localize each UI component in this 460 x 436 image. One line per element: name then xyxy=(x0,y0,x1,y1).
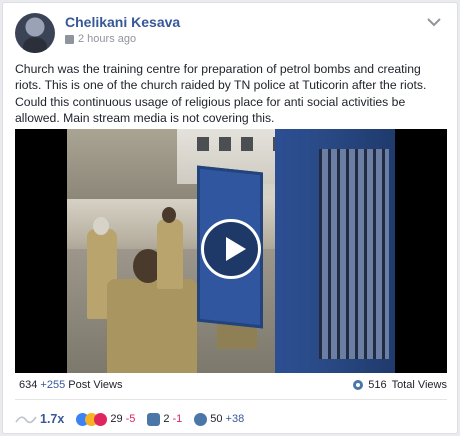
video-player[interactable] xyxy=(15,129,447,373)
reactions-delta: -5 xyxy=(125,413,136,425)
shares-count: 50 xyxy=(210,413,223,425)
post-meta: 2 hours ago xyxy=(65,33,136,45)
comments-count: 2 xyxy=(163,413,170,425)
post-time[interactable]: 2 hours ago xyxy=(78,33,136,45)
total-views: 516 Total Views xyxy=(353,379,447,391)
post-views: 634 +255 Post Views xyxy=(19,379,123,391)
comment-icon xyxy=(147,412,161,426)
views-ring-icon xyxy=(353,380,364,390)
performance-ratio[interactable]: 1.7x xyxy=(15,412,64,426)
ratio-value: 1.7x xyxy=(40,412,65,426)
total-views-label: Total Views xyxy=(391,379,447,391)
reactions-count: 29 xyxy=(110,413,123,425)
views-bar: 634 +255 Post Views 516 Total Views xyxy=(15,379,447,395)
share-icon xyxy=(194,412,208,426)
comments-delta: -1 xyxy=(172,413,183,425)
shares-stat[interactable]: 50 +38 xyxy=(194,412,245,426)
police-vehicle xyxy=(275,129,395,373)
post-text: Church was the training centre for prepa… xyxy=(15,62,427,126)
reaction-icons xyxy=(76,412,108,426)
author-name[interactable]: Chelikani Kesava xyxy=(65,14,180,30)
stats-bar: 1.7x 29 -5 2 -1 50 +38 xyxy=(15,411,256,427)
reactions-stat[interactable]: 29 -5 xyxy=(76,412,136,426)
post-views-delta: +255 xyxy=(40,379,66,391)
chevron-down-icon[interactable] xyxy=(425,13,443,31)
trend-line-icon xyxy=(15,416,37,424)
play-button[interactable] xyxy=(201,219,261,279)
page-icon xyxy=(65,34,74,44)
post-card: Chelikani Kesava 2 hours ago Church was … xyxy=(2,2,458,434)
total-views-count: 516 xyxy=(368,379,387,391)
divider xyxy=(15,399,447,400)
comments-stat[interactable]: 2 -1 xyxy=(147,412,183,426)
love-icon xyxy=(94,412,108,426)
shares-delta: +38 xyxy=(225,413,245,425)
post-views-label: Post Views xyxy=(68,379,123,391)
author-avatar[interactable] xyxy=(15,13,55,53)
